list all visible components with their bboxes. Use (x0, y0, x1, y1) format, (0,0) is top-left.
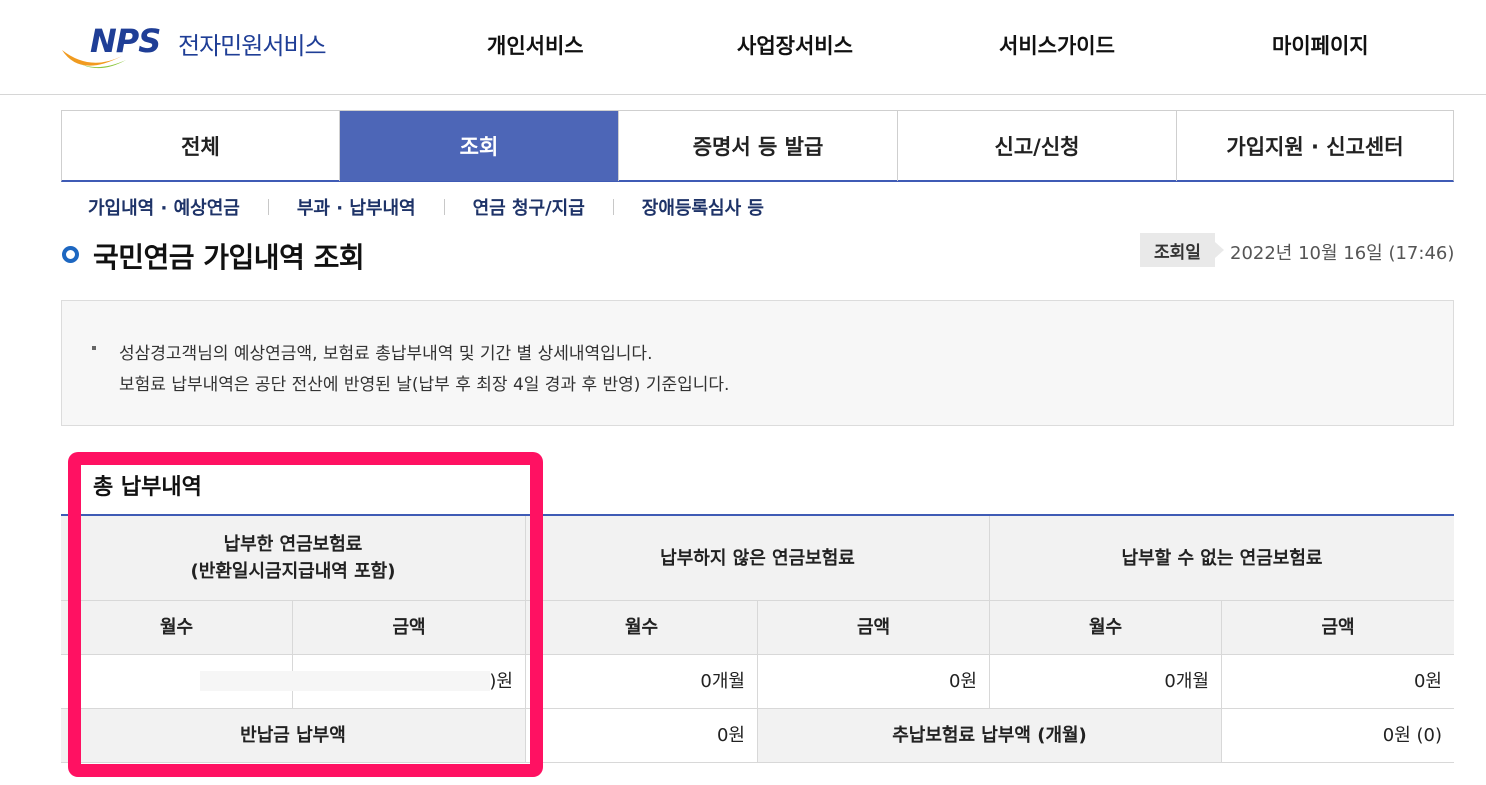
tab-support-center[interactable]: 가입지원 · 신고센터 (1177, 111, 1453, 181)
divider (267, 199, 269, 215)
nav-business-service[interactable]: 사업장서비스 (737, 30, 853, 60)
col-unpaid-amount: 금액 (758, 601, 990, 655)
unable-amount-value: 0원 (1222, 655, 1454, 709)
subnav-disability[interactable]: 장애등록심사 등 (642, 194, 764, 220)
late-payment-value: 0원 (0) (1222, 709, 1454, 763)
col-unable-months: 월수 (990, 601, 1222, 655)
nps-logo[interactable]: NPS 전자민원서비스 (60, 20, 350, 76)
tab-all[interactable]: 전체 (62, 111, 340, 181)
tab-report[interactable]: 신고/신청 (898, 111, 1177, 181)
late-payment-label: 추납보험료 납부액 (개월) (758, 709, 1222, 763)
date-label-badge: 조회일 (1140, 233, 1224, 267)
col-unable-amount: 금액 (1222, 601, 1454, 655)
col-unpaid-months: 월수 (526, 601, 758, 655)
bullet-icon (92, 346, 96, 350)
tab-inquiry[interactable]: 조회 (340, 111, 619, 181)
unpaid-amount-value: 0원 (758, 655, 990, 709)
nav-personal-service[interactable]: 개인서비스 (487, 30, 584, 60)
logo-text: 전자민원서비스 (178, 32, 327, 60)
nav-service-guide[interactable]: 서비스가이드 (999, 30, 1115, 60)
divider (612, 199, 614, 215)
header-unable: 납부할 수 없는 연금보험료 (990, 516, 1454, 601)
nav-my-page[interactable]: 마이페이지 (1272, 30, 1369, 60)
tab-certificate[interactable]: 증명서 등 발급 (619, 111, 898, 181)
info-box: 성삼경고객님의 예상연금액, 보험료 총납부내역 및 기간 별 상세내역입니다.… (61, 300, 1454, 426)
highlight-box (68, 452, 543, 777)
subnav-enrollment[interactable]: 가입내역 · 예상연금 (88, 194, 240, 220)
subnav-pension-claim[interactable]: 연금 청구/지급 (473, 194, 585, 220)
refund-value: 0원 (526, 709, 758, 763)
unpaid-months-value: 0개월 (526, 655, 758, 709)
category-tabs: 전체 조회 증명서 등 발급 신고/신청 가입지원 · 신고센터 (61, 110, 1454, 182)
divider (443, 199, 445, 215)
header-unpaid: 납부하지 않은 연금보험료 (526, 516, 990, 601)
logo-mark: NPS (90, 22, 161, 60)
title-bullet-icon (62, 246, 79, 263)
page-title: 국민연금 가입내역 조회 (93, 241, 365, 274)
info-line-1: 성삼경고객님의 예상연금액, 보험료 총납부내역 및 기간 별 상세내역입니다. (119, 344, 653, 364)
site-header: NPS 전자민원서비스 개인서비스 사업장서비스 서비스가이드 마이페이지 (0, 0, 1486, 95)
unable-months-value: 0개월 (990, 655, 1222, 709)
info-line-2: 보험료 납부내역은 공단 전산에 반영된 날(납부 후 최장 4일 경과 후 반… (119, 375, 730, 395)
sub-navigation: 가입내역 · 예상연금 부과 · 납부내역 연금 청구/지급 장애등록심사 등 (88, 194, 764, 220)
subnav-payment[interactable]: 부과 · 납부내역 (297, 194, 416, 220)
inquiry-date: 2022년 10월 16일 (17:46) (1230, 243, 1455, 264)
